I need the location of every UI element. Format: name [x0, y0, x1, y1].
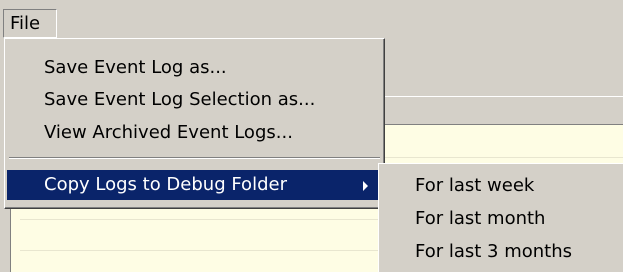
- menu-item-save-event-log-selection[interactable]: Save Event Log Selection as...: [7, 85, 382, 115]
- toolbar-area: [380, 40, 623, 95]
- submenu-item-last-month[interactable]: For last month: [381, 203, 621, 235]
- submenu-item-label: For last week: [415, 175, 535, 196]
- menu-bar: File: [0, 0, 623, 40]
- submenu-item-label: For last month: [415, 208, 546, 229]
- menu-item-save-event-log[interactable]: Save Event Log as...: [7, 53, 382, 83]
- file-menu-label: File: [10, 13, 41, 34]
- copy-logs-submenu: For last week For last month For last 3 …: [378, 163, 623, 272]
- submenu-item-last-week[interactable]: For last week: [381, 170, 621, 202]
- submenu-item-label: For last 3 months: [415, 241, 573, 262]
- menu-item-label: Save Event Log as...: [44, 57, 227, 78]
- file-menu-button[interactable]: File: [3, 9, 57, 38]
- file-menu-dropdown: Save Event Log as... Save Event Log Sele…: [4, 38, 385, 209]
- menu-item-copy-logs-to-debug-folder[interactable]: Copy Logs to Debug Folder: [7, 170, 382, 200]
- menu-item-label: View Archived Event Logs...: [44, 122, 293, 143]
- list-column-header[interactable]: [380, 96, 623, 125]
- menu-item-label: Save Event Log Selection as...: [44, 89, 316, 110]
- submenu-item-last-3-months[interactable]: For last 3 months: [381, 236, 621, 268]
- submenu-arrow-icon: [363, 181, 368, 191]
- menu-separator: [9, 157, 380, 159]
- menu-item-label: Copy Logs to Debug Folder: [44, 174, 287, 195]
- menu-item-view-archived-logs[interactable]: View Archived Event Logs...: [7, 118, 382, 148]
